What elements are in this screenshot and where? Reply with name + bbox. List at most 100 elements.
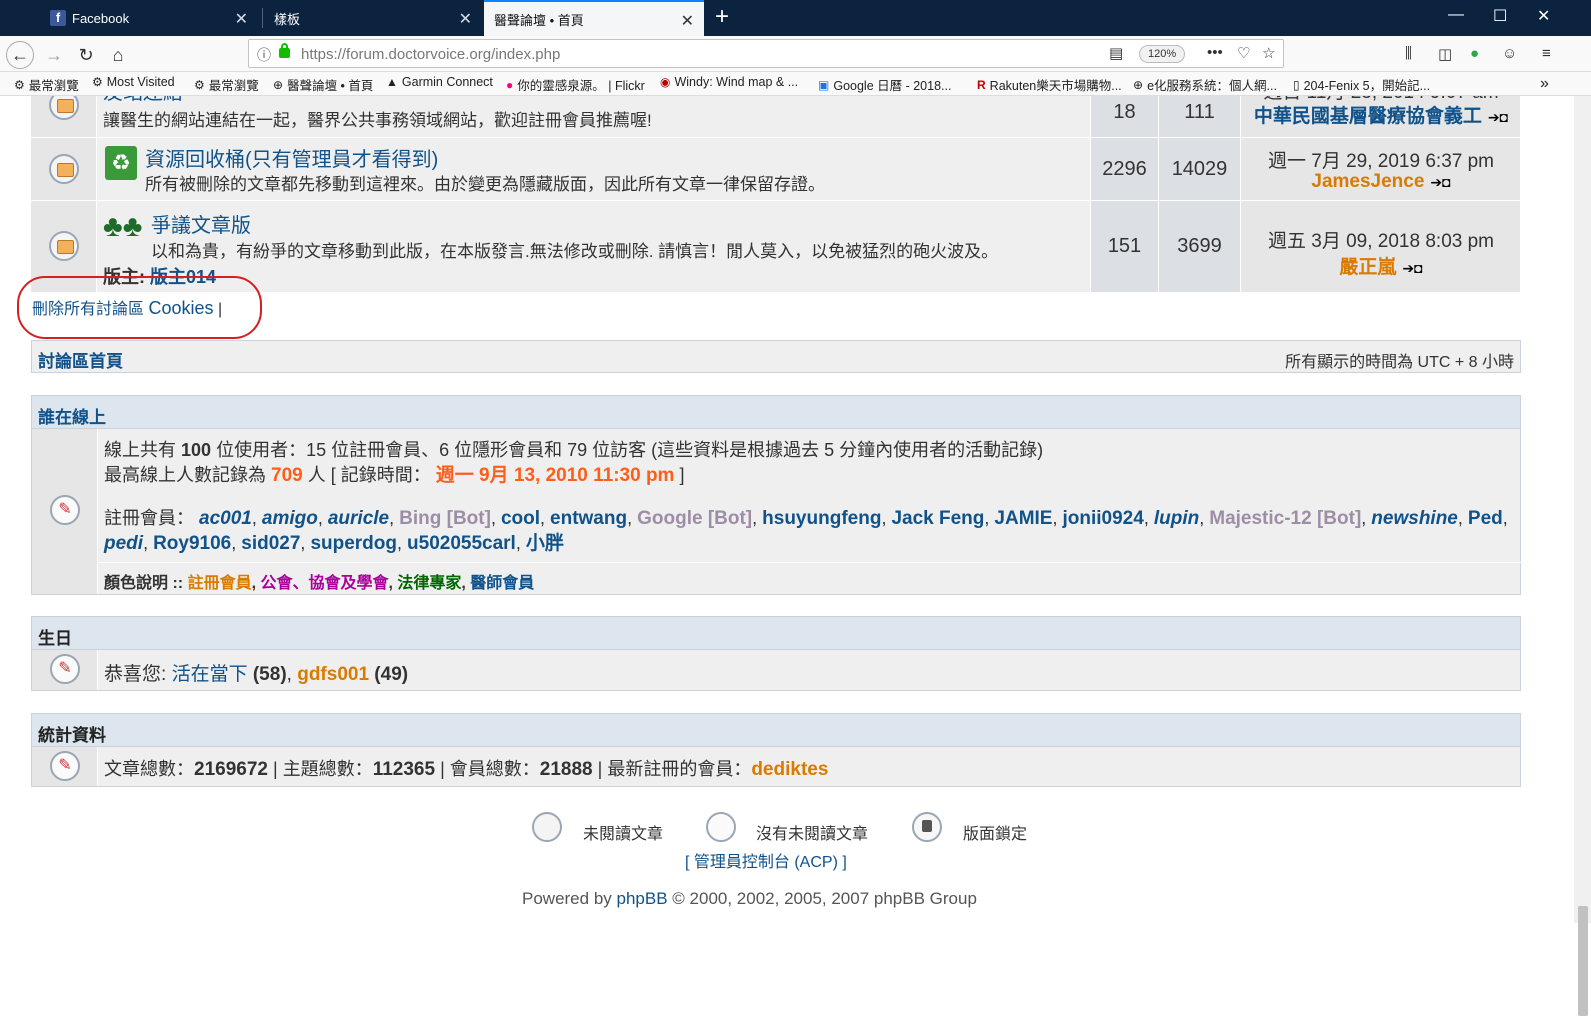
last-post-author[interactable]: 中華民國基層醫療協會義工: [1254, 106, 1482, 127]
bookmark-item[interactable]: ◉ Windy: Wind map & ...: [660, 75, 798, 89]
member-link[interactable]: sid027: [241, 533, 300, 554]
bookmark-item[interactable]: ⚙ 最常瀏覽: [14, 75, 79, 94]
globe-icon: ⊕: [1133, 77, 1144, 92]
page-actions-icon[interactable]: •••: [1207, 44, 1223, 61]
last-post-author[interactable]: JamesJence: [1311, 171, 1424, 192]
zoom-level[interactable]: 120%: [1139, 45, 1186, 63]
member-link[interactable]: newshine: [1371, 508, 1458, 529]
info-icon[interactable]: ⓘ: [257, 45, 271, 65]
account-icon[interactable]: ☺: [1502, 45, 1517, 62]
member-link[interactable]: Majestic-12 [Bot]: [1209, 508, 1361, 529]
forum-title-link[interactable]: 資源回收桶(只有管理員才看得到): [145, 143, 438, 172]
back-icon[interactable]: ←: [6, 41, 34, 69]
member-link[interactable]: Jack Feng: [891, 508, 984, 529]
group-legend-link[interactable]: 醫師會員: [470, 575, 534, 592]
maximize-icon[interactable]: ☐: [1493, 6, 1507, 26]
online-icon-cell: ✎: [32, 429, 98, 594]
minimize-icon[interactable]: —: [1448, 6, 1464, 24]
members-count-label: 會員總數：: [449, 759, 540, 779]
url-text[interactable]: https://forum.doctorvoice.org/index.php: [301, 46, 560, 63]
member-link[interactable]: superdog: [310, 533, 397, 554]
lock-icon[interactable]: [279, 43, 290, 58]
footer-copyright: © 2000, 2002, 2005, 2007 phpBB Group: [672, 889, 977, 908]
member-link[interactable]: 小胖: [526, 533, 564, 554]
phpbb-link[interactable]: phpBB: [617, 889, 668, 908]
library-icon[interactable]: ⫼: [1405, 45, 1412, 62]
group-legend-link[interactable]: 註冊會員: [188, 575, 252, 592]
address-bar[interactable]: ⓘ https://forum.doctorvoice.org/index.ph…: [248, 39, 1284, 68]
birthday-user-link[interactable]: gdfs001: [297, 664, 369, 685]
extension-icon[interactable]: ●: [1470, 45, 1479, 62]
bookmark-item[interactable]: ▯ 204-Fenix 5，開始記...: [1293, 75, 1430, 94]
forum-home-link[interactable]: 討論區首頁: [38, 347, 123, 372]
bookmark-item[interactable]: ⚙ 最常瀏覽: [194, 75, 259, 94]
go-to-post-icon[interactable]: ➔◘: [1430, 174, 1450, 190]
birthday-user-link[interactable]: 活在當下: [172, 664, 248, 685]
close-tab-icon[interactable]: ✕: [235, 9, 248, 29]
member-link[interactable]: ac001: [199, 508, 252, 529]
member-link[interactable]: JAMIE: [994, 508, 1052, 529]
tab-facebook[interactable]: f Facebook ✕: [40, 0, 258, 36]
go-to-post-icon[interactable]: ➔◘: [1402, 260, 1422, 276]
forum-title-link[interactable]: 友站連結: [103, 96, 183, 105]
bookmark-item[interactable]: ⊕ 醫聲論壇 • 首頁: [273, 75, 373, 94]
member-link[interactable]: u502055carl: [407, 533, 516, 554]
member-link[interactable]: Google [Bot]: [637, 508, 752, 529]
bookmark-item[interactable]: ▲ Garmin Connect: [386, 75, 493, 89]
member-link[interactable]: amigo: [262, 508, 318, 529]
bookmarks-overflow-icon[interactable]: »: [1540, 75, 1549, 93]
pocket-icon[interactable]: ♡: [1237, 44, 1250, 62]
reader-view-icon[interactable]: ▤: [1109, 44, 1123, 62]
tab-template[interactable]: 樣板 ✕: [264, 0, 482, 36]
forum-icon-cell: [31, 138, 97, 200]
sidebar-icon[interactable]: ◫: [1438, 45, 1452, 63]
member-link[interactable]: cool: [501, 508, 540, 529]
tab-forum[interactable]: 醫聲論壇 • 首頁 ✕: [484, 0, 704, 36]
last-post-author[interactable]: 嚴正嵐: [1339, 257, 1396, 278]
group-legend-link[interactable]: 公會、協會及學會: [260, 575, 388, 592]
acp-link[interactable]: 管理員控制台 (ACP): [694, 854, 838, 871]
new-tab-icon[interactable]: +: [715, 3, 729, 31]
member-link[interactable]: entwang: [550, 508, 627, 529]
member-link[interactable]: Bing [Bot]: [399, 508, 491, 529]
windy-icon: ◉: [660, 75, 671, 89]
member-link[interactable]: Ped: [1468, 508, 1503, 529]
gear-icon: ⚙: [194, 77, 205, 92]
home-icon[interactable]: ⌂: [104, 41, 132, 69]
forward-icon[interactable]: →: [40, 41, 68, 69]
red-annotation-circle: [17, 276, 262, 339]
bookmark-label: Rakuten樂天市場購物...: [989, 79, 1122, 93]
bookmark-item[interactable]: ⚙ Most Visited: [92, 75, 175, 89]
scrollbar[interactable]: [1574, 96, 1591, 1016]
close-tab-icon[interactable]: ✕: [459, 9, 472, 29]
member-link[interactable]: hsuyungfeng: [762, 508, 881, 529]
birthday-header: 生日: [31, 616, 1521, 650]
member-link[interactable]: Roy9106: [153, 533, 231, 554]
member-link[interactable]: pedi: [104, 533, 143, 554]
member-link[interactable]: auricle: [328, 508, 389, 529]
member-list: ac001, amigo, auricle, Bing [Bot], cool,…: [104, 508, 1508, 554]
online-title[interactable]: 誰在線上: [38, 408, 106, 427]
bookmark-item[interactable]: ⊕ e化服務系統：個人網...: [1133, 75, 1277, 94]
member-link[interactable]: lupin: [1154, 508, 1199, 529]
bookmark-item[interactable]: R Rakuten樂天市場購物...: [977, 75, 1122, 94]
last-post-date: 週五 3月 09, 2018 8:03 pm: [1267, 231, 1494, 252]
reload-icon[interactable]: ↻: [72, 41, 100, 69]
forum-description: 以和為貴，有紛爭的文章移動到此版，在本版發言.無法修改或刪除. 請慎言！閒人莫入…: [151, 242, 999, 261]
group-legend-link[interactable]: 法律專家: [397, 575, 461, 592]
close-window-icon[interactable]: ✕: [1537, 6, 1550, 26]
newest-member-link[interactable]: dediktes: [751, 759, 828, 780]
forum-title-link[interactable]: 爭議文章版: [151, 209, 251, 238]
tab-label: 醫聲論壇 • 首頁: [494, 12, 584, 28]
forum-last-post: 週五 3月 09, 2018 8:03 pm 嚴正嵐 ➔◘: [1241, 201, 1521, 292]
close-tab-icon[interactable]: ✕: [681, 11, 694, 31]
go-to-post-icon[interactable]: ➔◘: [1488, 109, 1508, 125]
birthday-age: (58): [247, 664, 287, 685]
legend-list: 註冊會員, 公會、協會及學會, 法律專家, 醫師會員: [187, 575, 535, 592]
bookmark-item[interactable]: ● 你的靈感泉源。 | Flickr: [506, 75, 645, 94]
member-link[interactable]: jonii0924: [1063, 508, 1144, 529]
bookmark-star-icon[interactable]: ☆: [1262, 44, 1275, 62]
bookmark-item[interactable]: ▣ Google 日曆 - 2018...: [818, 75, 951, 94]
menu-icon[interactable]: ≡: [1542, 45, 1551, 62]
bookmark-label: e化服務系統：個人網...: [1147, 79, 1277, 93]
